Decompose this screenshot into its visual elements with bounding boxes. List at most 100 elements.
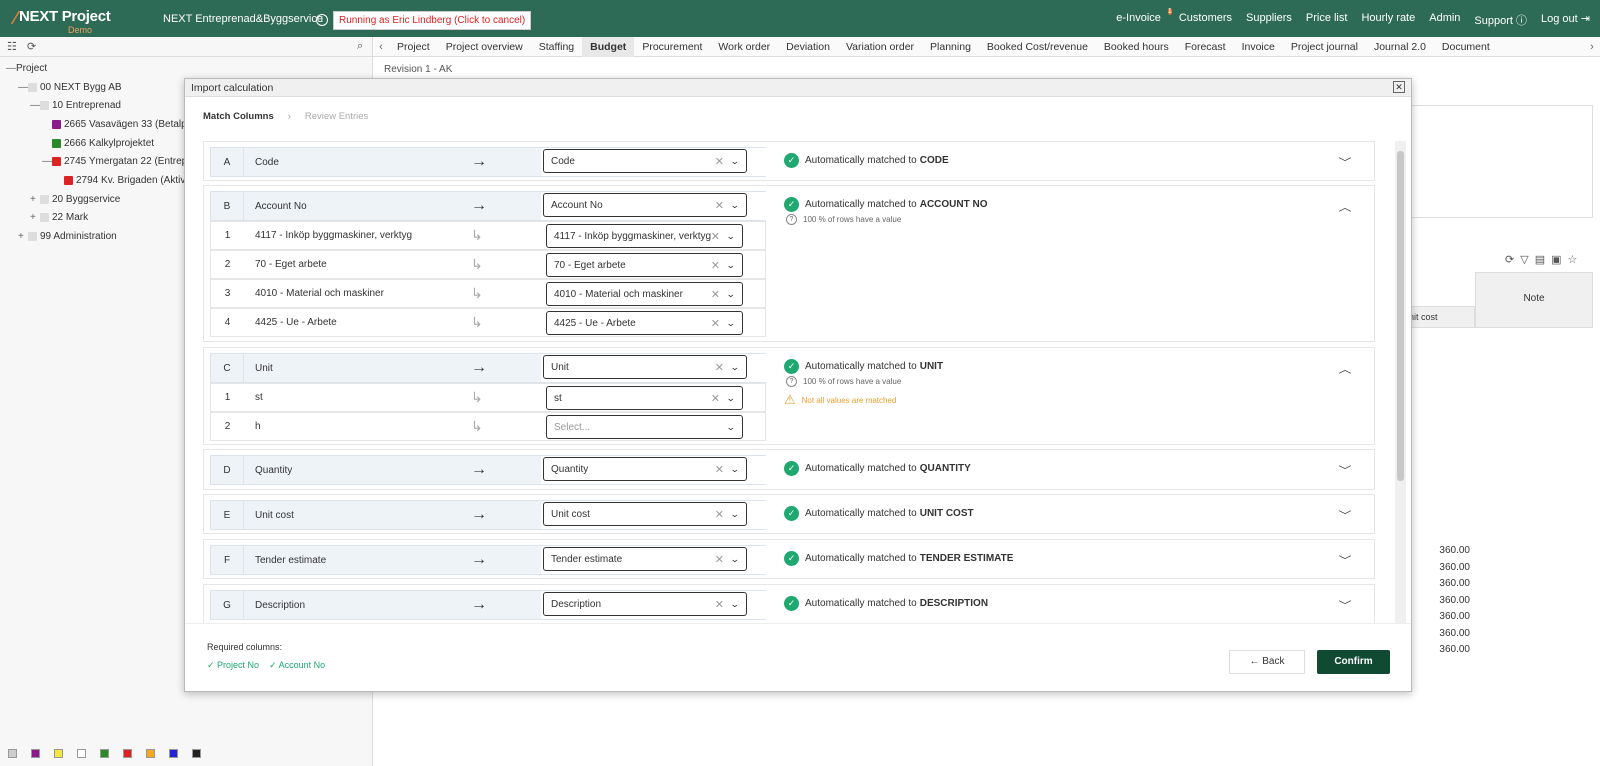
tree-node[interactable]: — Project — [0, 59, 372, 78]
clear-icon[interactable]: ✕ — [711, 259, 720, 272]
tab-forecast[interactable]: Forecast — [1177, 37, 1234, 57]
close-icon[interactable]: ✕ — [1393, 81, 1405, 93]
chevron-down-icon[interactable]: ⌄ — [726, 422, 736, 433]
nav-hourly-rate[interactable]: Hourly rate — [1361, 12, 1415, 28]
chevron-down-icon[interactable]: ⌄ — [730, 509, 740, 520]
nav-support[interactable]: Support ⓘ — [1474, 12, 1527, 28]
color-swatch[interactable] — [100, 749, 109, 758]
value-select[interactable]: 70 - Eget arbete ✕ ⌄ — [546, 253, 743, 277]
clear-icon[interactable]: ✕ — [711, 392, 720, 405]
chevron-down-icon[interactable]: ⌄ — [730, 362, 740, 373]
chevron-down-icon[interactable]: ⌄ — [730, 464, 740, 475]
star-icon[interactable]: ☆ — [1568, 253, 1578, 266]
chevron-down-icon[interactable]: ⌄ — [726, 260, 736, 271]
clear-icon[interactable]: ✕ — [715, 553, 724, 566]
tab-booked-cost-revenue[interactable]: Booked Cost/revenue — [979, 37, 1096, 57]
tab-procurement[interactable]: Procurement — [634, 37, 710, 57]
scrollbar-thumb[interactable] — [1397, 151, 1404, 481]
search-icon[interactable]: ⌕ — [357, 40, 363, 53]
clear-icon[interactable]: ✕ — [711, 317, 720, 330]
expand-icon[interactable]: + — [30, 212, 40, 223]
column-select[interactable]: Description ✕ ⌄ — [543, 592, 747, 616]
nav-customers[interactable]: Customers — [1179, 12, 1232, 28]
column-select[interactable]: Unit cost ✕ ⌄ — [543, 502, 747, 526]
layout-icon[interactable]: ▤ — [1535, 253, 1545, 266]
nav-log-out[interactable]: Log out ⇥ — [1541, 12, 1590, 28]
color-swatch[interactable] — [8, 749, 17, 758]
chevron-down-icon[interactable]: ⌄ — [730, 554, 740, 565]
expand-icon[interactable]: + — [18, 231, 28, 242]
nav-e-invoice[interactable]: e-Invoice 1 — [1116, 8, 1172, 28]
value-select[interactable]: 4117 - Inköp byggmaskiner, verktyg ✕ ⌄ — [546, 224, 743, 248]
confirm-button[interactable]: Confirm — [1317, 650, 1390, 674]
color-swatch[interactable] — [123, 749, 132, 758]
clear-icon[interactable]: ✕ — [715, 155, 724, 168]
clear-icon[interactable]: ✕ — [711, 288, 720, 301]
chevron-down-icon[interactable]: ﹀ — [1339, 154, 1352, 169]
clear-icon[interactable]: ✕ — [715, 463, 724, 476]
step-match-columns[interactable]: Match Columns — [203, 111, 274, 122]
chevron-down-icon[interactable]: ﹀ — [1339, 552, 1352, 567]
chevron-down-icon[interactable]: ⌄ — [726, 318, 736, 329]
value-select[interactable]: Select... ⌄ — [546, 415, 743, 439]
value-select[interactable]: 4010 - Material och maskiner ✕ ⌄ — [546, 282, 743, 306]
tab-work-order[interactable]: Work order — [710, 37, 778, 57]
logo[interactable]: ⁄ NEXT Project Demo — [14, 8, 111, 35]
clear-icon[interactable]: ✕ — [715, 508, 724, 521]
chevron-up-icon[interactable]: ︿ — [1339, 361, 1352, 376]
tab-planning[interactable]: Planning — [922, 37, 979, 57]
clear-icon[interactable]: ✕ — [715, 199, 724, 212]
chevron-down-icon[interactable]: ⌄ — [730, 200, 740, 211]
chevron-down-icon[interactable]: ⌄ — [726, 393, 736, 404]
step-review-entries[interactable]: Review Entries — [305, 111, 368, 122]
tab-booked-hours[interactable]: Booked hours — [1096, 37, 1177, 57]
chevron-down-icon[interactable]: ﹀ — [1339, 597, 1352, 612]
expand-icon[interactable]: + — [30, 194, 40, 205]
chevron-down-icon[interactable]: ⌄ — [730, 156, 740, 167]
color-swatch[interactable] — [77, 749, 86, 758]
chevron-up-icon[interactable]: ︿ — [1339, 199, 1352, 214]
tab-document[interactable]: Document — [1434, 37, 1498, 57]
value-select[interactable]: 4425 - Ue - Arbete ✕ ⌄ — [546, 311, 743, 335]
info-icon[interactable]: i — [316, 14, 328, 26]
value-select[interactable]: st ✕ ⌄ — [546, 386, 743, 410]
tab-project[interactable]: Project — [389, 37, 438, 57]
scrollbar[interactable] — [1395, 141, 1406, 623]
chevron-down-icon[interactable]: ⌄ — [726, 231, 736, 242]
clear-icon[interactable]: ✕ — [711, 230, 720, 243]
clear-icon[interactable]: ✕ — [715, 361, 724, 374]
collapse-icon[interactable]: — — [6, 63, 16, 74]
running-as-button[interactable]: Running as Eric Lindberg (Click to cance… — [333, 11, 532, 30]
tab-project-journal[interactable]: Project journal — [1283, 37, 1366, 57]
tab-deviation[interactable]: Deviation — [778, 37, 838, 57]
chevron-down-icon[interactable]: ﹀ — [1339, 462, 1352, 477]
chevron-down-icon[interactable]: ⌄ — [726, 289, 736, 300]
nav-suppliers[interactable]: Suppliers — [1246, 12, 1292, 28]
nav-admin[interactable]: Admin — [1429, 12, 1460, 28]
column-select[interactable]: Tender estimate ✕ ⌄ — [543, 547, 747, 571]
nav-price-list[interactable]: Price list — [1306, 12, 1348, 28]
chevron-down-icon[interactable]: ﹀ — [1339, 507, 1352, 522]
color-swatch[interactable] — [169, 749, 178, 758]
tree-view-icon[interactable]: ☷ — [7, 40, 17, 53]
column-select[interactable]: Account No ✕ ⌄ — [543, 193, 747, 217]
collapse-icon[interactable]: — — [18, 82, 28, 93]
refresh-icon[interactable]: ⟳ — [1505, 253, 1514, 266]
collapse-icon[interactable]: — — [42, 156, 52, 167]
tab-staffing[interactable]: Staffing — [531, 37, 582, 57]
collapse-icon[interactable]: — — [30, 100, 40, 111]
chevron-down-icon[interactable]: ⌄ — [730, 599, 740, 610]
filter-icon[interactable]: ▽ — [1520, 253, 1528, 266]
export-icon[interactable]: ▣ — [1551, 253, 1561, 266]
tab-budget[interactable]: Budget — [582, 36, 635, 57]
chevron-right-icon[interactable]: › — [1584, 41, 1600, 53]
color-swatch[interactable] — [31, 749, 40, 758]
tab-project-overview[interactable]: Project overview — [438, 37, 531, 57]
column-mapping-list[interactable]: A Code → Code ✕ ⌄ ✓ Automatically matched to COD… — [203, 141, 1375, 623]
refresh-icon[interactable]: ⟳ — [27, 40, 36, 53]
column-select[interactable]: Unit ✕ ⌄ — [543, 355, 747, 379]
clear-icon[interactable]: ✕ — [715, 598, 724, 611]
column-select[interactable]: Code ✕ ⌄ — [543, 149, 747, 173]
color-swatch[interactable] — [146, 749, 155, 758]
column-select[interactable]: Quantity ✕ ⌄ — [543, 457, 747, 481]
